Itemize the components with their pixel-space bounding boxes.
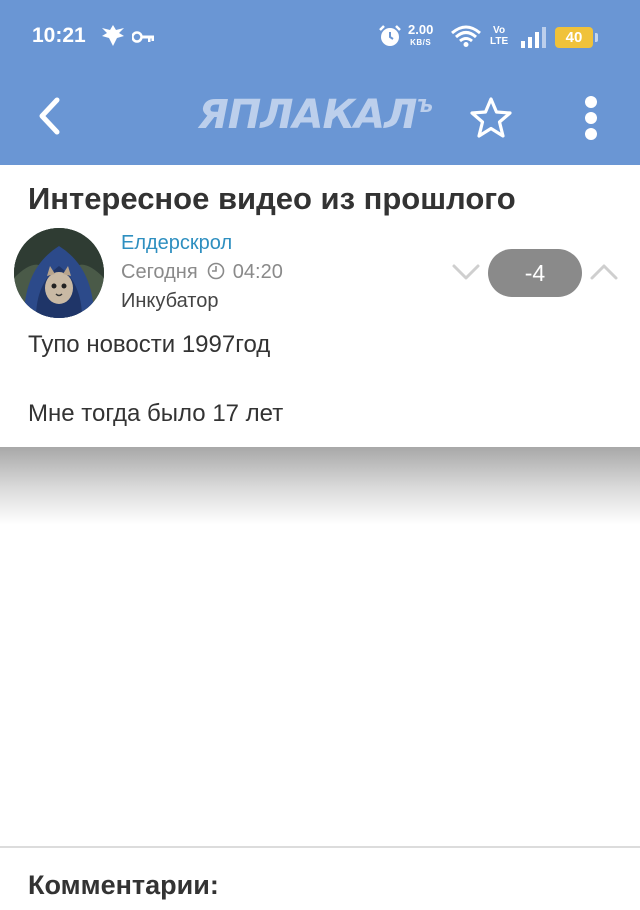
vote-down-button[interactable] xyxy=(451,262,481,282)
vote-score-badge: -4 xyxy=(488,249,582,297)
site-logo[interactable]: ЯПЛАКАЛЪ xyxy=(198,92,433,138)
signal-icon xyxy=(521,27,546,48)
post-body-line: Тупо новости 1997год xyxy=(28,331,271,358)
toolbar: ЯПЛАКАЛЪ xyxy=(0,72,640,165)
author-avatar[interactable] xyxy=(14,228,104,318)
video-placeholder-area xyxy=(0,447,640,525)
key-icon xyxy=(132,31,154,43)
network-speed: 2.00 KB/S xyxy=(408,22,434,47)
status-time: 10:21 xyxy=(32,24,86,47)
post-title: Интересное видео из прошлого xyxy=(28,181,516,216)
post-body: Тупо новости 1997год Мне тогда было 17 л… xyxy=(28,327,283,465)
wifi-icon xyxy=(451,25,481,47)
back-button[interactable] xyxy=(30,94,70,138)
author-rank: Инкубатор xyxy=(121,290,219,312)
clock-icon xyxy=(207,262,225,280)
bird-icon xyxy=(102,25,124,46)
volte-indicator: Vo LTE xyxy=(490,25,509,47)
alarm-icon xyxy=(379,25,401,46)
more-menu-button[interactable] xyxy=(578,94,604,142)
post-card: Интересное видео из прошлого Елдерскрол … xyxy=(0,165,640,447)
divider xyxy=(0,846,640,848)
app-bar: 10:21 2.00 KB/S Vo LTE 40 ЯПЛАКАЛЪ xyxy=(0,0,640,165)
post-body-line: Мне тогда было 17 лет xyxy=(28,400,284,427)
status-bar: 10:21 2.00 KB/S Vo LTE 40 xyxy=(0,0,640,72)
battery-indicator: 40 xyxy=(555,27,598,48)
favorite-star-button[interactable] xyxy=(468,95,514,141)
author-name-link[interactable]: Елдерскрол xyxy=(121,232,232,255)
avatar-image xyxy=(14,228,104,318)
vote-up-button[interactable] xyxy=(589,262,619,282)
comments-heading: Комментарии: xyxy=(28,870,219,900)
post-date: Сегодня 04:20 xyxy=(121,261,283,283)
